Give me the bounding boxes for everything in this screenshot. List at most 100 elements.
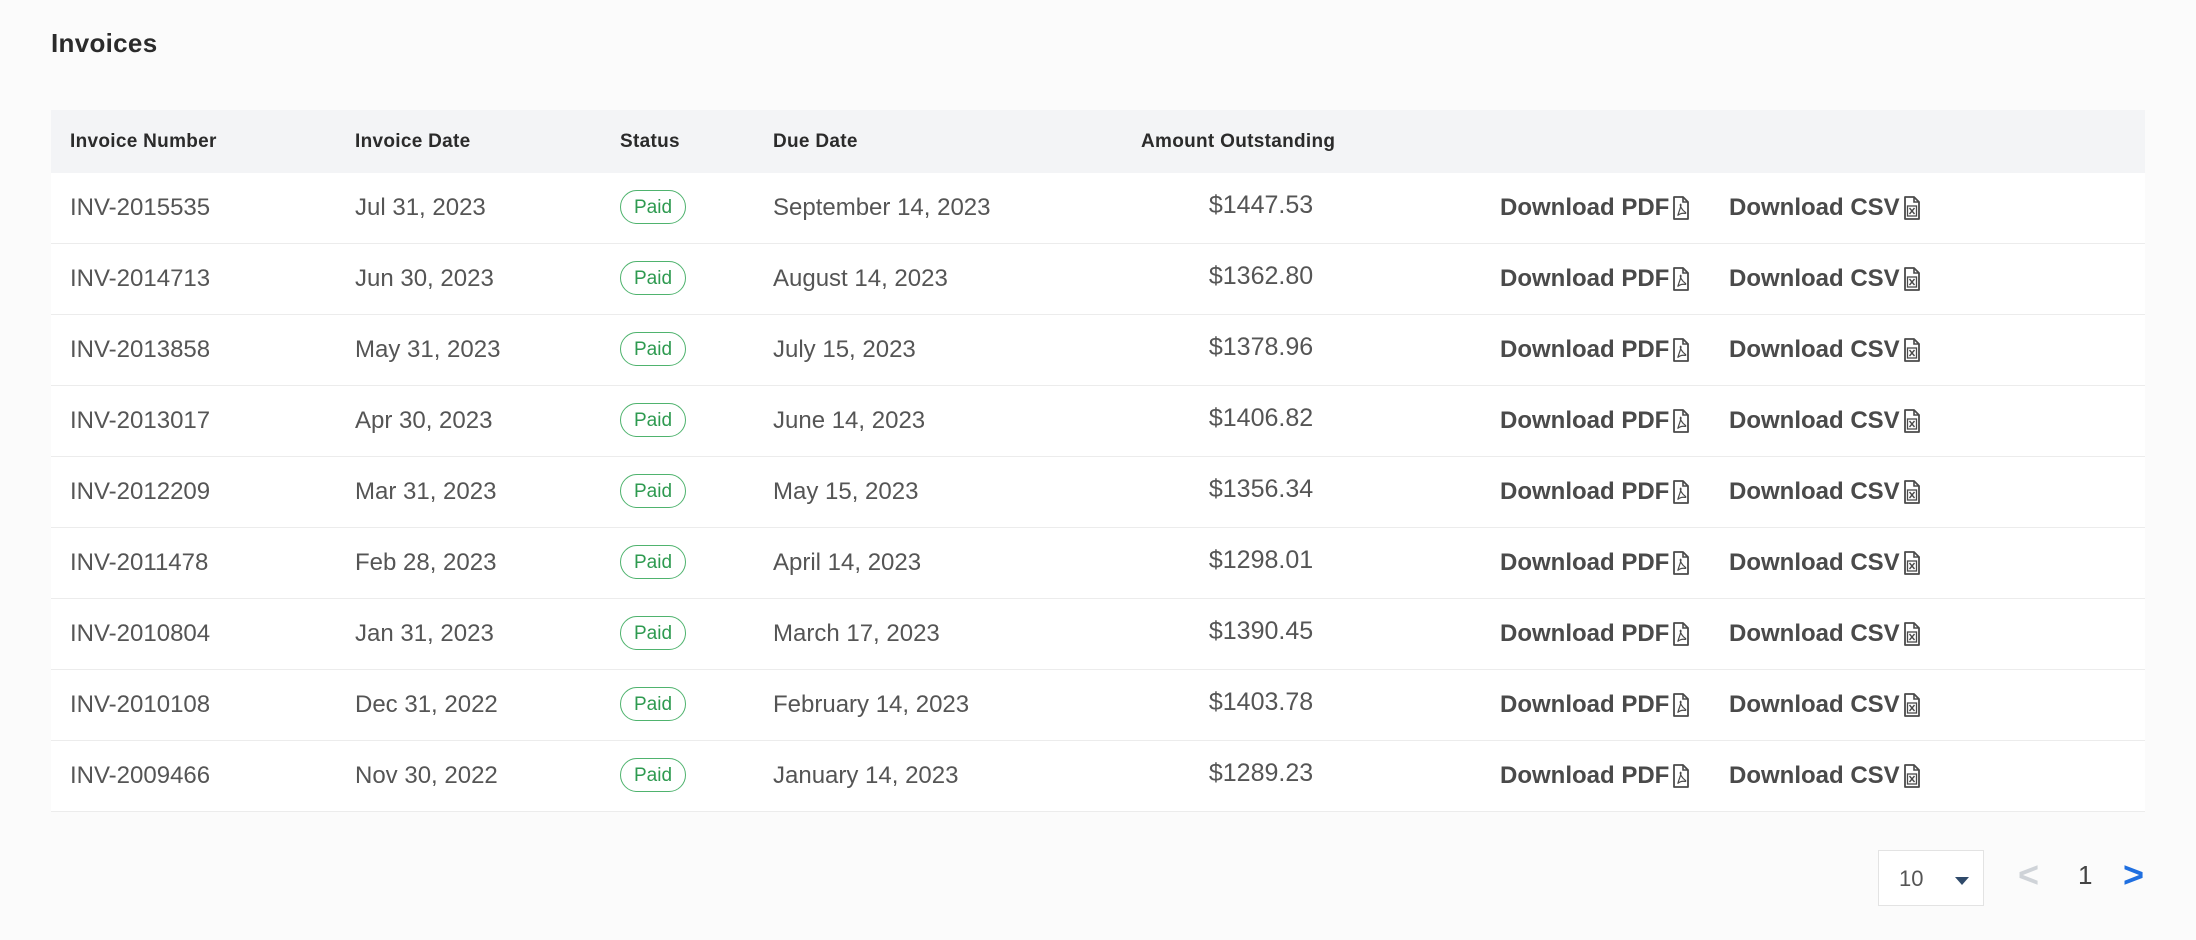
download-pdf-cell: Download PDF <box>1500 670 1690 740</box>
table-row: INV-2011478 Feb 28, 2023 Paid April 14, … <box>51 528 2145 599</box>
page-size-select[interactable]: 10 <box>1878 850 1984 906</box>
download-pdf-label: Download PDF <box>1500 691 1670 718</box>
download-pdf-button[interactable]: Download PDF <box>1500 244 1690 314</box>
status-cell: Paid <box>620 173 687 243</box>
file-pdf-icon <box>1673 764 1690 788</box>
download-pdf-button[interactable]: Download PDF <box>1500 741 1690 811</box>
download-pdf-cell: Download PDF <box>1500 528 1690 598</box>
download-csv-cell: Download CSV <box>1729 528 1921 598</box>
file-pdf-icon <box>1673 267 1690 291</box>
status-cell: Paid <box>620 457 687 527</box>
file-pdf-icon <box>1673 693 1690 717</box>
next-page-button[interactable]: > <box>2123 850 2144 900</box>
amount-outstanding: $1298.01 <box>1208 546 1314 574</box>
status-cell: Paid <box>620 528 687 598</box>
file-csv-icon <box>1903 196 1920 220</box>
download-pdf-cell: Download PDF <box>1500 457 1690 527</box>
status-badge: Paid <box>620 545 687 579</box>
download-csv-label: Download CSV <box>1729 336 1900 363</box>
download-pdf-cell: Download PDF <box>1500 386 1690 456</box>
file-csv-icon <box>1903 551 1920 575</box>
download-pdf-cell: Download PDF <box>1500 741 1690 811</box>
invoice-date: Nov 30, 2022 <box>355 762 498 789</box>
status-badge: Paid <box>620 687 687 721</box>
file-pdf-icon <box>1673 409 1690 433</box>
download-csv-button[interactable]: Download CSV <box>1729 315 1921 385</box>
due-date: August 14, 2023 <box>773 265 948 292</box>
file-pdf-icon <box>1673 480 1690 504</box>
invoice-number: INV-2009466 <box>70 762 211 789</box>
header-invoice-number: Invoice Number <box>70 131 217 152</box>
due-date: May 15, 2023 <box>773 478 919 505</box>
download-csv-button[interactable]: Download CSV <box>1729 670 1921 740</box>
file-pdf-icon <box>1673 196 1690 220</box>
download-pdf-button[interactable]: Download PDF <box>1500 528 1690 598</box>
download-csv-button[interactable]: Download CSV <box>1729 741 1921 811</box>
status-cell: Paid <box>620 599 687 669</box>
download-csv-button[interactable]: Download CSV <box>1729 386 1921 456</box>
download-pdf-button[interactable]: Download PDF <box>1500 315 1690 385</box>
current-page-number[interactable]: 1 <box>2078 850 2092 900</box>
chevron-down-icon <box>1955 877 1969 885</box>
download-pdf-label: Download PDF <box>1500 194 1670 221</box>
due-date: February 14, 2023 <box>773 691 970 718</box>
file-pdf-icon <box>1673 622 1690 646</box>
download-pdf-label: Download PDF <box>1500 336 1670 363</box>
invoice-date: May 31, 2023 <box>355 336 501 363</box>
page-size-value: 10 <box>1899 866 1924 891</box>
download-pdf-label: Download PDF <box>1500 762 1670 789</box>
download-pdf-label: Download PDF <box>1500 407 1670 434</box>
file-pdf-icon <box>1673 551 1690 575</box>
amount-outstanding: $1289.23 <box>1208 759 1314 787</box>
download-pdf-button[interactable]: Download PDF <box>1500 173 1690 243</box>
download-csv-cell: Download CSV <box>1729 670 1921 740</box>
invoices-table: Invoice Number Invoice Date Status Due D… <box>51 110 2145 812</box>
file-csv-icon <box>1903 764 1920 788</box>
file-pdf-icon <box>1673 338 1690 362</box>
download-pdf-button[interactable]: Download PDF <box>1500 599 1690 669</box>
status-cell: Paid <box>620 386 687 456</box>
download-pdf-label: Download PDF <box>1500 265 1670 292</box>
download-pdf-button[interactable]: Download PDF <box>1500 457 1690 527</box>
invoice-date: Apr 30, 2023 <box>355 407 493 434</box>
due-date: March 17, 2023 <box>773 620 940 647</box>
invoice-number: INV-2010804 <box>70 620 211 647</box>
status-cell: Paid <box>620 741 687 811</box>
download-csv-button[interactable]: Download CSV <box>1729 457 1921 527</box>
file-csv-icon <box>1903 622 1920 646</box>
download-csv-button[interactable]: Download CSV <box>1729 173 1921 243</box>
invoice-date: Dec 31, 2022 <box>355 691 498 718</box>
header-status: Status <box>620 131 680 152</box>
status-badge: Paid <box>620 474 687 508</box>
invoice-date: Jun 30, 2023 <box>355 265 494 292</box>
download-csv-button[interactable]: Download CSV <box>1729 528 1921 598</box>
due-date: June 14, 2023 <box>773 407 926 434</box>
download-pdf-button[interactable]: Download PDF <box>1500 386 1690 456</box>
download-csv-cell: Download CSV <box>1729 386 1921 456</box>
invoice-number: INV-2013858 <box>70 336 211 363</box>
invoice-number: INV-2010108 <box>70 691 211 718</box>
download-pdf-label: Download PDF <box>1500 478 1670 505</box>
page-title: Invoices <box>51 28 158 58</box>
invoice-date: Jan 31, 2023 <box>355 620 494 647</box>
file-csv-icon <box>1903 409 1920 433</box>
table-row: INV-2010108 Dec 31, 2022 Paid February 1… <box>51 670 2145 741</box>
download-csv-label: Download CSV <box>1729 407 1900 434</box>
invoice-date: Feb 28, 2023 <box>355 549 497 576</box>
amount-outstanding: $1403.78 <box>1208 688 1314 716</box>
due-date: July 15, 2023 <box>773 336 916 363</box>
table-row: INV-2014713 Jun 30, 2023 Paid August 14,… <box>51 244 2145 315</box>
table-row: INV-2013858 May 31, 2023 Paid July 15, 2… <box>51 315 2145 386</box>
download-csv-cell: Download CSV <box>1729 457 1921 527</box>
invoice-date: Jul 31, 2023 <box>355 194 486 221</box>
prev-page-button[interactable]: < <box>2018 850 2039 900</box>
header-amount-outstanding: Amount Outstanding <box>1141 131 1336 152</box>
status-badge: Paid <box>620 616 687 650</box>
download-pdf-cell: Download PDF <box>1500 315 1690 385</box>
download-csv-label: Download CSV <box>1729 478 1900 505</box>
table-row: INV-2013017 Apr 30, 2023 Paid June 14, 2… <box>51 386 2145 457</box>
download-csv-button[interactable]: Download CSV <box>1729 244 1921 314</box>
download-csv-button[interactable]: Download CSV <box>1729 599 1921 669</box>
download-pdf-button[interactable]: Download PDF <box>1500 670 1690 740</box>
amount-outstanding: $1362.80 <box>1208 262 1314 290</box>
